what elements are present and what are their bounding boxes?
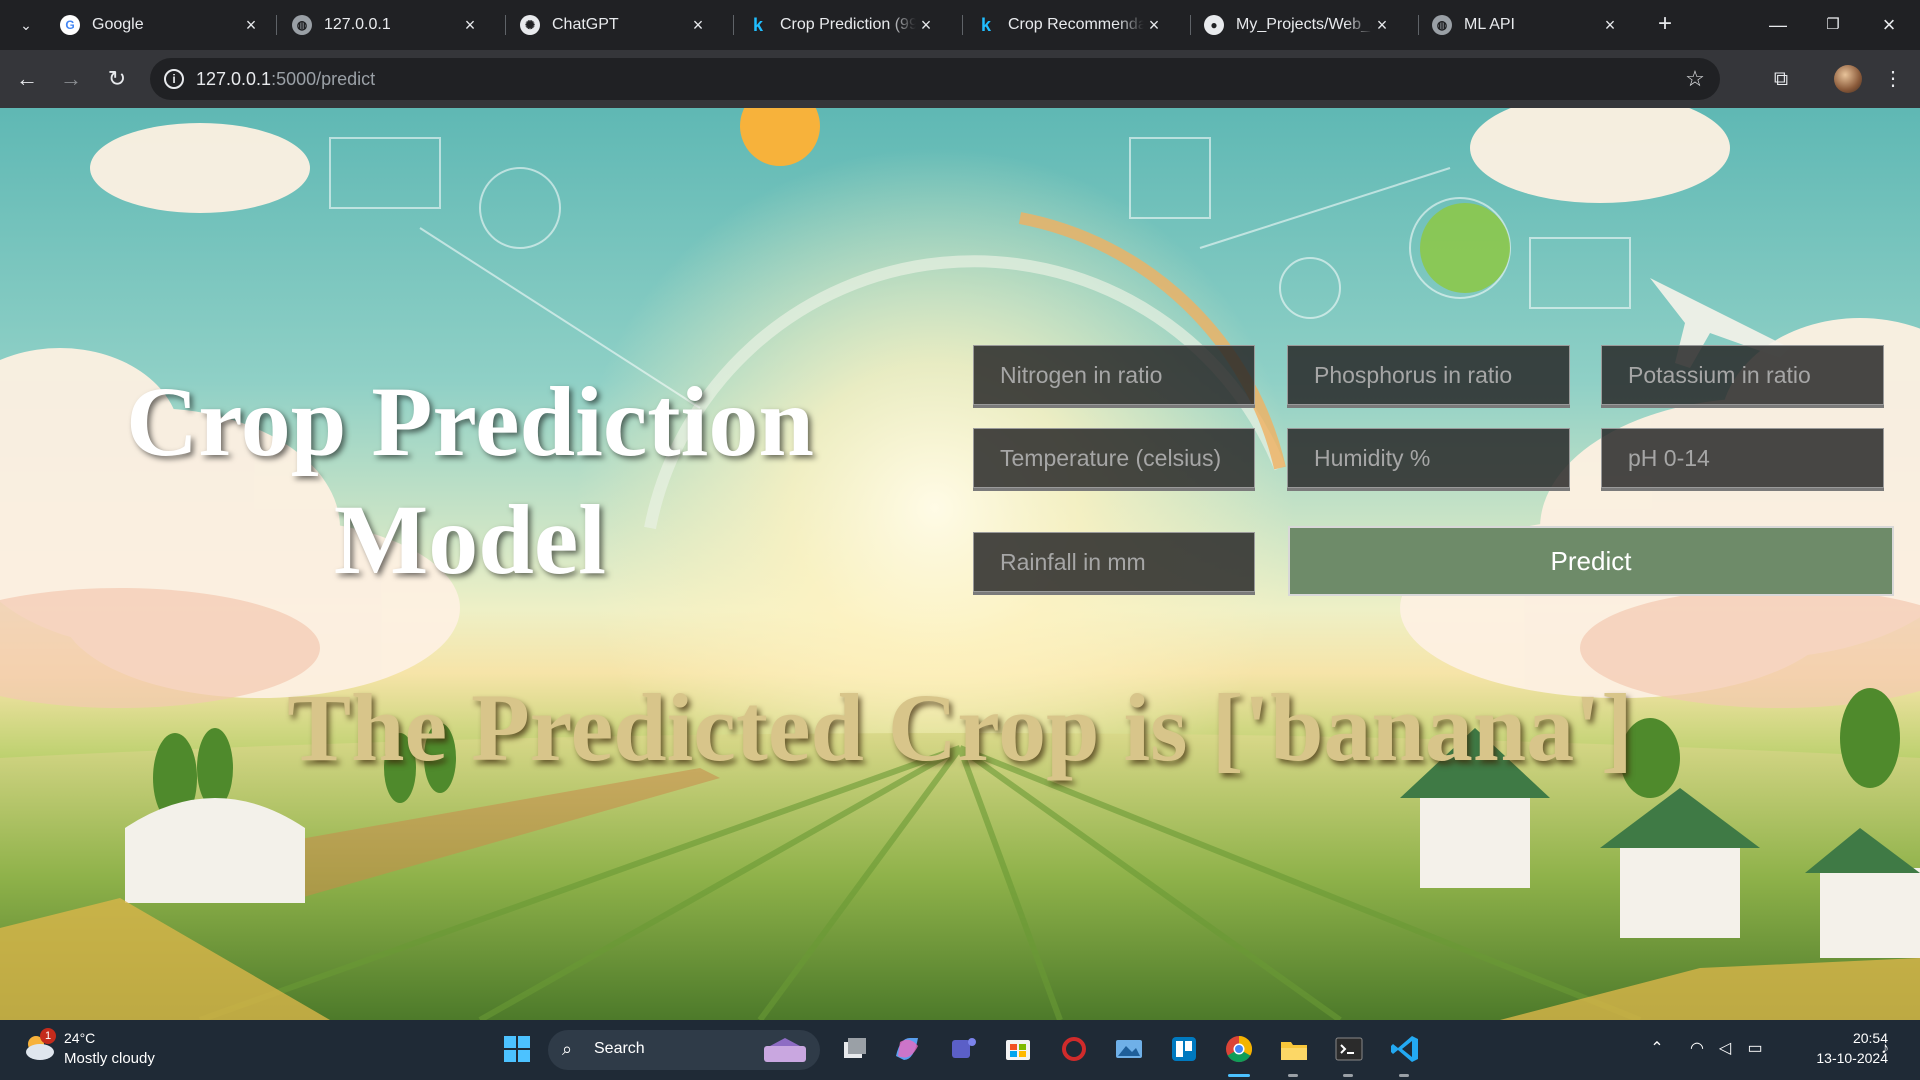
teams-icon[interactable] xyxy=(946,1032,980,1066)
tab-divider xyxy=(733,15,734,35)
window-close-button[interactable]: × xyxy=(1866,8,1912,42)
weather-temperature[interactable]: 24°C xyxy=(64,1030,95,1046)
globe-icon: ◍ xyxy=(292,15,312,35)
prediction-result: The Predicted Crop is ['banana'] xyxy=(287,674,1633,781)
tab-divider xyxy=(1190,15,1191,35)
vscode-icon[interactable] xyxy=(1388,1032,1422,1066)
address-bar[interactable]: i 127.0.0.1:5000/predict ☆ xyxy=(150,58,1720,100)
notification-bell-icon[interactable]: ♪ xyxy=(1874,1038,1896,1060)
vscode-running-indicator xyxy=(1399,1074,1409,1077)
github-icon: ● xyxy=(1204,15,1224,35)
page-title: Crop Prediction Model xyxy=(110,363,830,599)
potassium-input[interactable] xyxy=(1601,345,1884,405)
kaggle-icon: k xyxy=(980,14,991,35)
search-icon: ⌕ xyxy=(562,1039,573,1059)
store-icon[interactable] xyxy=(1001,1032,1035,1066)
clock-date[interactable]: 13-10-2024 xyxy=(1778,1050,1888,1066)
wifi-icon[interactable]: ◠ xyxy=(1686,1038,1708,1060)
site-info-icon[interactable]: i xyxy=(164,69,184,89)
page-viewport: Crop Prediction Model Predict The Predic… xyxy=(0,108,1920,1020)
trello-icon[interactable] xyxy=(1167,1032,1201,1066)
volume-icon[interactable]: ◁ xyxy=(1714,1038,1736,1060)
phosphorus-input[interactable] xyxy=(1287,345,1570,405)
chrome-active-indicator xyxy=(1228,1074,1250,1077)
page-title-line2: Model xyxy=(333,484,607,595)
close-icon[interactable]: × xyxy=(916,15,936,35)
search-highlight-icon xyxy=(764,1038,806,1062)
url-text[interactable]: 127.0.0.1:5000/predict xyxy=(196,69,375,90)
extensions-icon[interactable]: ⧉ xyxy=(1766,64,1796,94)
close-icon[interactable]: × xyxy=(1600,15,1620,35)
tab-localhost[interactable]: ◍ 127.0.0.1 × xyxy=(280,6,492,44)
windows-start-icon[interactable] xyxy=(500,1032,534,1066)
explorer-running-indicator xyxy=(1288,1074,1298,1077)
tab-divider xyxy=(505,15,506,35)
new-tab-button[interactable]: + xyxy=(1651,11,1679,39)
tab-ml-api[interactable]: ◍ ML API × xyxy=(1420,6,1632,44)
tab-chatgpt[interactable]: ✺ ChatGPT × xyxy=(508,6,720,44)
terminal-running-indicator xyxy=(1343,1074,1353,1077)
rainfall-input[interactable] xyxy=(973,532,1255,592)
copilot-icon[interactable] xyxy=(890,1032,924,1066)
browser-menu-icon[interactable]: ⋮ xyxy=(1878,64,1908,94)
close-icon[interactable]: × xyxy=(688,15,708,35)
tab-divider xyxy=(1418,15,1419,35)
google-icon: G xyxy=(60,15,80,35)
windows-taskbar: 1 24°C Mostly cloudy ⌕ Search ⌃ ◠ ◁ ▭ 20… xyxy=(0,1020,1920,1080)
weather-description[interactable]: Mostly cloudy xyxy=(64,1050,155,1067)
tab-strip: ⌄ G Google × ◍ 127.0.0.1 × ✺ ChatGPT × k… xyxy=(0,0,1920,50)
globe-icon: ◍ xyxy=(1432,15,1452,35)
tab-github[interactable]: ● My_Projects/Web_ap × xyxy=(1192,6,1404,44)
kaggle-icon: k xyxy=(752,14,763,35)
file-explorer-icon[interactable] xyxy=(1277,1032,1311,1066)
profile-avatar[interactable] xyxy=(1834,65,1862,93)
taskbar-search-box[interactable]: ⌕ Search xyxy=(548,1030,820,1070)
nitrogen-input[interactable] xyxy=(973,345,1255,405)
close-icon[interactable]: × xyxy=(1372,15,1392,35)
terminal-icon[interactable] xyxy=(1332,1032,1366,1066)
close-icon[interactable]: × xyxy=(460,15,480,35)
page-title-line1: Crop Prediction xyxy=(126,366,814,477)
chrome-icon[interactable] xyxy=(1222,1032,1256,1066)
tab-crop-prediction[interactable]: k Crop Prediction (99% × xyxy=(736,6,948,44)
predict-button[interactable]: Predict xyxy=(1288,526,1894,596)
temperature-input[interactable] xyxy=(973,428,1255,488)
ph-input[interactable] xyxy=(1601,428,1884,488)
app-red-icon[interactable] xyxy=(1057,1032,1091,1066)
back-arrow-icon[interactable]: ← xyxy=(12,64,42,94)
forward-arrow-icon[interactable]: → xyxy=(56,64,86,94)
chatgpt-icon: ✺ xyxy=(520,15,540,35)
bookmark-star-icon[interactable]: ☆ xyxy=(1682,66,1708,92)
tab-divider xyxy=(962,15,963,35)
tab-divider xyxy=(276,15,277,35)
tab-crop-recommendation[interactable]: k Crop Recommendati × xyxy=(964,6,1176,44)
restore-button[interactable]: ❐ xyxy=(1810,8,1856,42)
photos-icon[interactable] xyxy=(1112,1032,1146,1066)
browser-toolbar: ← → ↻ i 127.0.0.1:5000/predict ☆ ⧉ ⋮ xyxy=(0,50,1920,108)
tab-google[interactable]: G Google × xyxy=(48,6,273,44)
humidity-input[interactable] xyxy=(1287,428,1570,488)
close-icon[interactable]: × xyxy=(1144,15,1164,35)
show-hidden-icons-chevron-icon[interactable]: ⌃ xyxy=(1646,1038,1668,1060)
task-view-icon[interactable] xyxy=(838,1032,872,1066)
close-icon[interactable]: × xyxy=(241,15,261,35)
reload-icon[interactable]: ↻ xyxy=(102,64,132,94)
minimize-button[interactable]: — xyxy=(1755,8,1801,42)
tab-search-chevron-icon[interactable]: ⌄ xyxy=(14,13,38,37)
battery-icon[interactable]: ▭ xyxy=(1744,1038,1766,1060)
weather-notification-badge: 1 xyxy=(40,1028,56,1044)
